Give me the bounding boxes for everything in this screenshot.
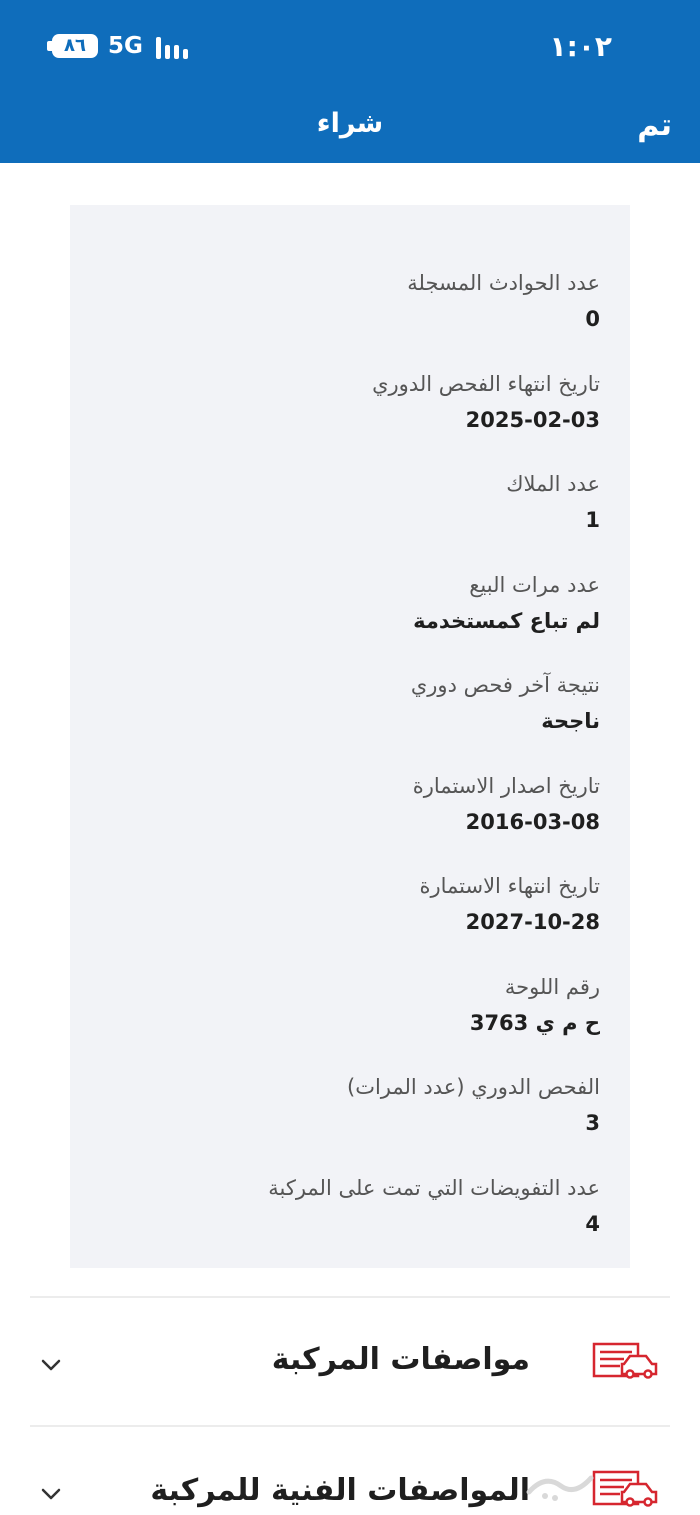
- section-title: مواصفات المركبة: [271, 1342, 530, 1377]
- detail-value: 2025-02-03: [465, 407, 600, 432]
- detail-label: الفحص الدوري (عدد المرات): [347, 1075, 600, 1099]
- watermark-logo: [526, 1475, 594, 1501]
- detail-label: عدد التفويضات التي تمت على المركبة: [268, 1175, 600, 1200]
- detail-label: عدد مرات البيع: [469, 572, 600, 597]
- detail-value: 4: [585, 1211, 600, 1236]
- detail-value: 3: [585, 1111, 600, 1135]
- detail-label: رقم اللوحة: [504, 974, 600, 999]
- detail-accidents: عدد الحوادث المسجلة 0: [70, 267, 600, 368]
- section-title: المواصفات الفنية للمركبة: [150, 1473, 530, 1508]
- app-header: ٨٦ 5G ١:٠٢ شراء تم: [0, 0, 700, 163]
- network-type: 5G: [108, 33, 143, 59]
- detail-value: 2027-10-28: [465, 910, 600, 934]
- detail-value: ناجحة: [541, 709, 600, 733]
- detail-label: نتيجة آخر فحص دوري: [410, 673, 600, 697]
- vehicle-specs-section[interactable]: مواصفات المركبة: [30, 1298, 670, 1426]
- signal-icon: [156, 37, 190, 59]
- detail-registration-expiry: تاريخ انتهاء الاستمارة 2027-10-28: [70, 870, 600, 971]
- car-document-icon: [592, 1342, 658, 1379]
- detail-value: 2016-03-08: [465, 809, 600, 834]
- detail-authorizations: عدد التفويضات التي تمت على المركبة 4: [70, 1172, 600, 1273]
- detail-sales-count: عدد مرات البيع لم تباع كمستخدمة: [70, 569, 600, 670]
- vehicle-details-panel: عدد الحوادث المسجلة 0 تاريخ انتهاء الفحص…: [70, 205, 630, 1268]
- detail-inspection-count: الفحص الدوري (عدد المرات) 3: [70, 1071, 600, 1172]
- chevron-down-icon[interactable]: [40, 1354, 62, 1376]
- detail-registration-issue: تاريخ اصدار الاستمارة 2016-03-08: [70, 770, 600, 871]
- detail-value: 1: [585, 508, 600, 532]
- car-document-icon: [592, 1470, 658, 1507]
- detail-label: عدد الحوادث المسجلة: [407, 271, 600, 295]
- details-list: عدد الحوادث المسجلة 0 تاريخ انتهاء الفحص…: [70, 267, 600, 1272]
- status-time: ١:٠٢: [549, 30, 612, 63]
- page-title: شراء: [316, 108, 384, 139]
- detail-value: ح م ي 3763: [469, 1010, 600, 1035]
- detail-label: تاريخ اصدار الاستمارة: [412, 773, 600, 798]
- detail-label: تاريخ انتهاء الاستمارة: [419, 874, 600, 898]
- chevron-down-icon[interactable]: [40, 1483, 62, 1505]
- battery-indicator: ٨٦: [52, 34, 98, 58]
- status-bar: ٨٦ 5G ١:٠٢: [0, 0, 700, 90]
- done-button[interactable]: تم: [637, 108, 672, 143]
- detail-last-inspection-result: نتيجة آخر فحص دوري ناجحة: [70, 669, 600, 770]
- detail-owners: عدد الملاك 1: [70, 468, 600, 569]
- detail-inspection-expiry: تاريخ انتهاء الفحص الدوري 2025-02-03: [70, 368, 600, 469]
- detail-value: لم تباع كمستخدمة: [413, 608, 600, 633]
- detail-label: تاريخ انتهاء الفحص الدوري: [372, 371, 600, 396]
- detail-label: عدد الملاك: [506, 472, 600, 496]
- detail-plate-number: رقم اللوحة ح م ي 3763: [70, 971, 600, 1072]
- detail-value: 0: [585, 307, 600, 331]
